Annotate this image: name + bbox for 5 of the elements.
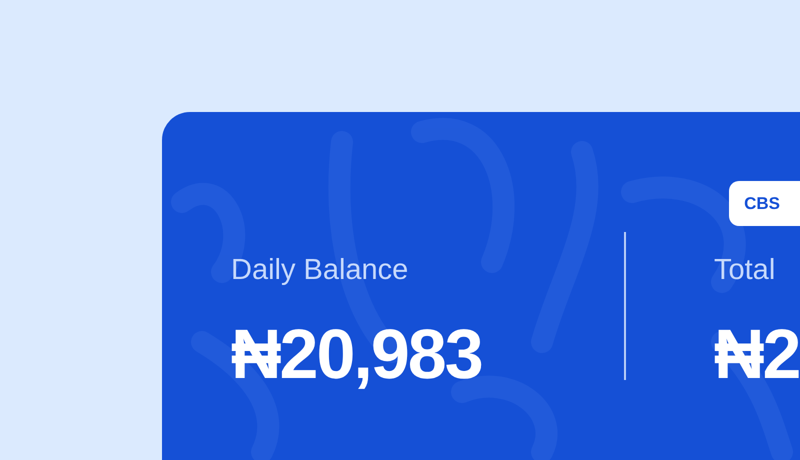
cbs-badge: CBS: [729, 181, 800, 226]
stat-label: Daily Balance: [231, 256, 410, 285]
stat-label: Total: [714, 256, 776, 285]
stat-amount: ₦20,983: [231, 319, 483, 389]
stat-amount: ₦2: [714, 319, 800, 389]
